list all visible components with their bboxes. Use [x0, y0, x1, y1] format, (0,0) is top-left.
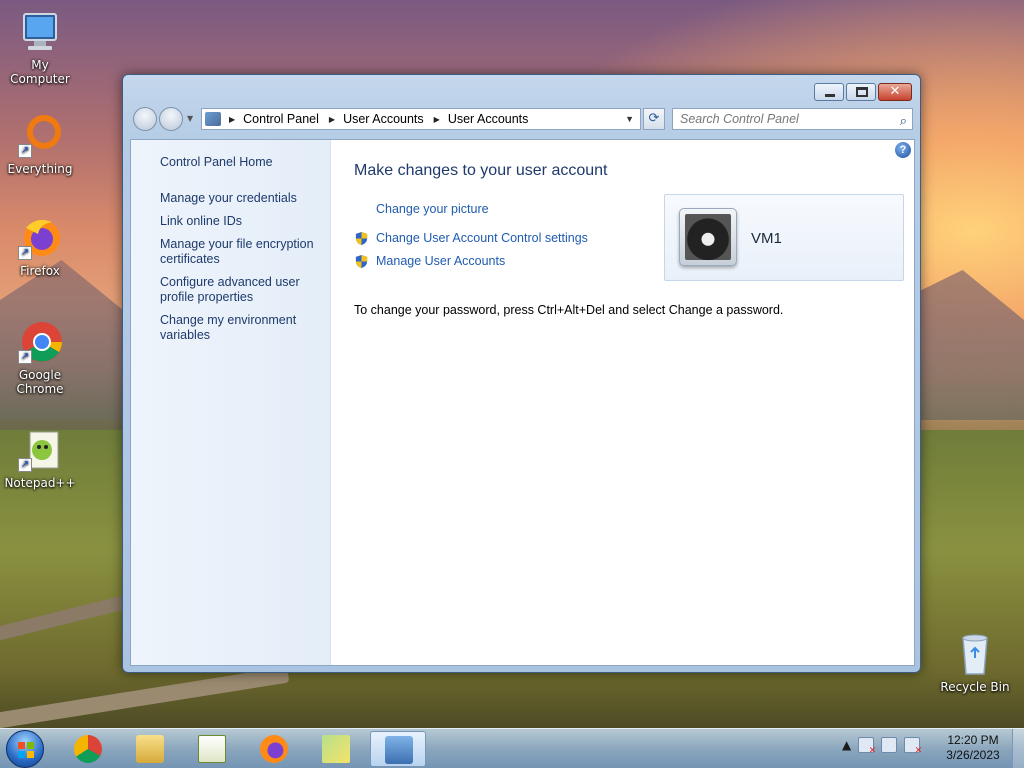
user-account-tile: VM1 — [664, 194, 904, 281]
volume-icon[interactable] — [904, 737, 922, 756]
forward-button[interactable] — [159, 107, 183, 131]
main-pane: ? Make changes to your user account Chan… — [332, 140, 914, 665]
sidebar-item-advanced-profile[interactable]: Configure advanced user profile properti… — [160, 275, 325, 305]
shortcut-arrow-icon: ↗ — [18, 458, 32, 472]
refresh-button[interactable]: ⟳ — [643, 108, 665, 130]
avatar[interactable] — [679, 208, 737, 266]
taskbar-notepad-plus-plus[interactable] — [184, 731, 240, 767]
recycle-bin-icon — [951, 630, 999, 678]
breadcrumb-user-accounts[interactable]: User Accounts — [343, 112, 424, 126]
desktop-icon-label: Firefox — [20, 264, 60, 278]
windows-logo-icon — [18, 742, 34, 758]
address-bar[interactable]: ▶ Control Panel ▶ User Accounts ▶ User A… — [201, 108, 641, 130]
network-icon[interactable] — [881, 737, 898, 753]
change-uac-settings-link[interactable]: Change User Account Control settings — [376, 231, 588, 245]
my-computer-icon — [16, 8, 64, 56]
chevron-right-icon[interactable]: ▶ — [329, 115, 335, 124]
refresh-icon: ⟳ — [648, 111, 660, 126]
desktop-icon-firefox[interactable]: ↗ Firefox — [0, 214, 80, 278]
desktop-icon-google-chrome[interactable]: ↗ Google Chrome — [0, 318, 80, 396]
desktop-icon-label: My Computer — [10, 58, 70, 86]
firefox-icon — [260, 735, 288, 763]
desktop-icon-everything[interactable]: ↗ Everything — [0, 112, 80, 176]
firefox-icon: ↗ — [16, 214, 64, 262]
chevron-right-icon[interactable]: ▶ — [229, 115, 235, 124]
desktop-icon-label: Google Chrome — [16, 368, 64, 396]
user-name: VM1 — [751, 230, 782, 247]
chevron-right-icon[interactable]: ▶ — [434, 115, 440, 124]
taskbar-firefox[interactable] — [246, 731, 302, 767]
system-clock[interactable]: 12:20 PM 3/26/2023 — [935, 733, 1011, 763]
breadcrumb-control-panel[interactable]: Control Panel — [243, 112, 319, 126]
user-accounts-window[interactable]: ✕ ▼ ▶ Control Panel ▶ User Accounts ▶ Us… — [122, 74, 921, 673]
control-panel-icon — [385, 736, 413, 764]
help-icon[interactable]: ? — [895, 142, 911, 158]
desktop-icon-label: Notepad++ — [4, 476, 76, 490]
recent-pages-dropdown[interactable]: ▼ — [187, 114, 193, 123]
taskbar-sticky-notes[interactable] — [308, 731, 364, 767]
notepad-plus-plus-icon — [198, 735, 226, 763]
start-button[interactable] — [6, 730, 44, 768]
taskbar-control-panel[interactable] — [370, 731, 426, 767]
chrome-icon: ↗ — [16, 318, 64, 366]
everything-icon: ↗ — [16, 112, 64, 160]
shortcut-arrow-icon: ↗ — [18, 246, 32, 260]
taskbar-chrome[interactable] — [60, 731, 116, 767]
sidebar-item-environment-variables[interactable]: Change my environment variables — [160, 313, 325, 343]
breadcrumb-user-accounts-current[interactable]: User Accounts — [448, 112, 529, 126]
sidebar-item-manage-credentials[interactable]: Manage your credentials — [160, 191, 325, 206]
uac-shield-icon — [355, 231, 368, 246]
control-panel-icon — [205, 112, 221, 126]
taskbar: ▲ 12:20 PM 3/26/2023 — [0, 728, 1024, 768]
sticky-notes-icon — [322, 735, 350, 763]
search-icon[interactable]: ⌕ — [900, 111, 907, 131]
desktop-icon-recycle-bin[interactable]: Recycle Bin — [935, 630, 1015, 694]
uac-shield-icon — [355, 254, 368, 269]
password-note: To change your password, press Ctrl+Alt+… — [354, 303, 784, 317]
maximize-icon — [856, 87, 868, 97]
file-explorer-icon — [136, 735, 164, 763]
minimize-button[interactable] — [814, 83, 844, 101]
sidebar-item-file-encryption[interactable]: Manage your file encryption certificates — [160, 237, 325, 267]
page-title: Make changes to your user account — [354, 162, 608, 179]
desktop-icon-label: Everything — [7, 162, 73, 176]
desktop-icon-notepad-plus-plus[interactable]: ↗ Notepad++ — [0, 426, 80, 490]
sidebar-item-control-panel-home[interactable]: Control Panel Home — [160, 155, 325, 170]
maximize-button[interactable] — [846, 83, 876, 101]
close-button[interactable]: ✕ — [878, 83, 912, 101]
clock-date: 3/26/2023 — [946, 748, 1000, 762]
clock-time: 12:20 PM — [947, 733, 999, 747]
navigation-bar: ▼ ▶ Control Panel ▶ User Accounts ▶ User… — [131, 105, 913, 133]
shortcut-arrow-icon: ↗ — [18, 144, 32, 158]
desktop-icon-label: Recycle Bin — [940, 680, 1010, 694]
content-area: Control Panel Home Manage your credentia… — [130, 139, 915, 666]
action-center-icon[interactable] — [858, 737, 876, 756]
notification-area: ▲ — [842, 737, 922, 756]
close-icon: ✕ — [889, 84, 901, 99]
show-hidden-icons-icon[interactable]: ▲ — [842, 738, 851, 752]
sidebar-item-link-online-ids[interactable]: Link online IDs — [160, 214, 325, 229]
task-pane: Control Panel Home Manage your credentia… — [131, 140, 331, 665]
desktop-icon-my-computer[interactable]: My Computer — [0, 8, 80, 86]
manage-user-accounts-link[interactable]: Manage User Accounts — [376, 254, 505, 268]
notepad-plus-plus-icon: ↗ — [16, 426, 64, 474]
search-input[interactable]: Search Control Panel ⌕ — [672, 108, 913, 130]
minimize-icon — [825, 94, 835, 97]
chrome-icon — [74, 735, 102, 763]
dog-picture-icon — [685, 214, 731, 260]
chevron-down-icon[interactable]: ▼ — [625, 114, 634, 124]
taskbar-file-explorer[interactable] — [122, 731, 178, 767]
back-button[interactable] — [133, 107, 157, 131]
search-placeholder: Search Control Panel — [680, 112, 799, 126]
show-desktop-button[interactable] — [1012, 729, 1024, 768]
shortcut-arrow-icon: ↗ — [18, 350, 32, 364]
window-controls: ✕ — [814, 83, 912, 101]
change-picture-link[interactable]: Change your picture — [376, 202, 489, 216]
